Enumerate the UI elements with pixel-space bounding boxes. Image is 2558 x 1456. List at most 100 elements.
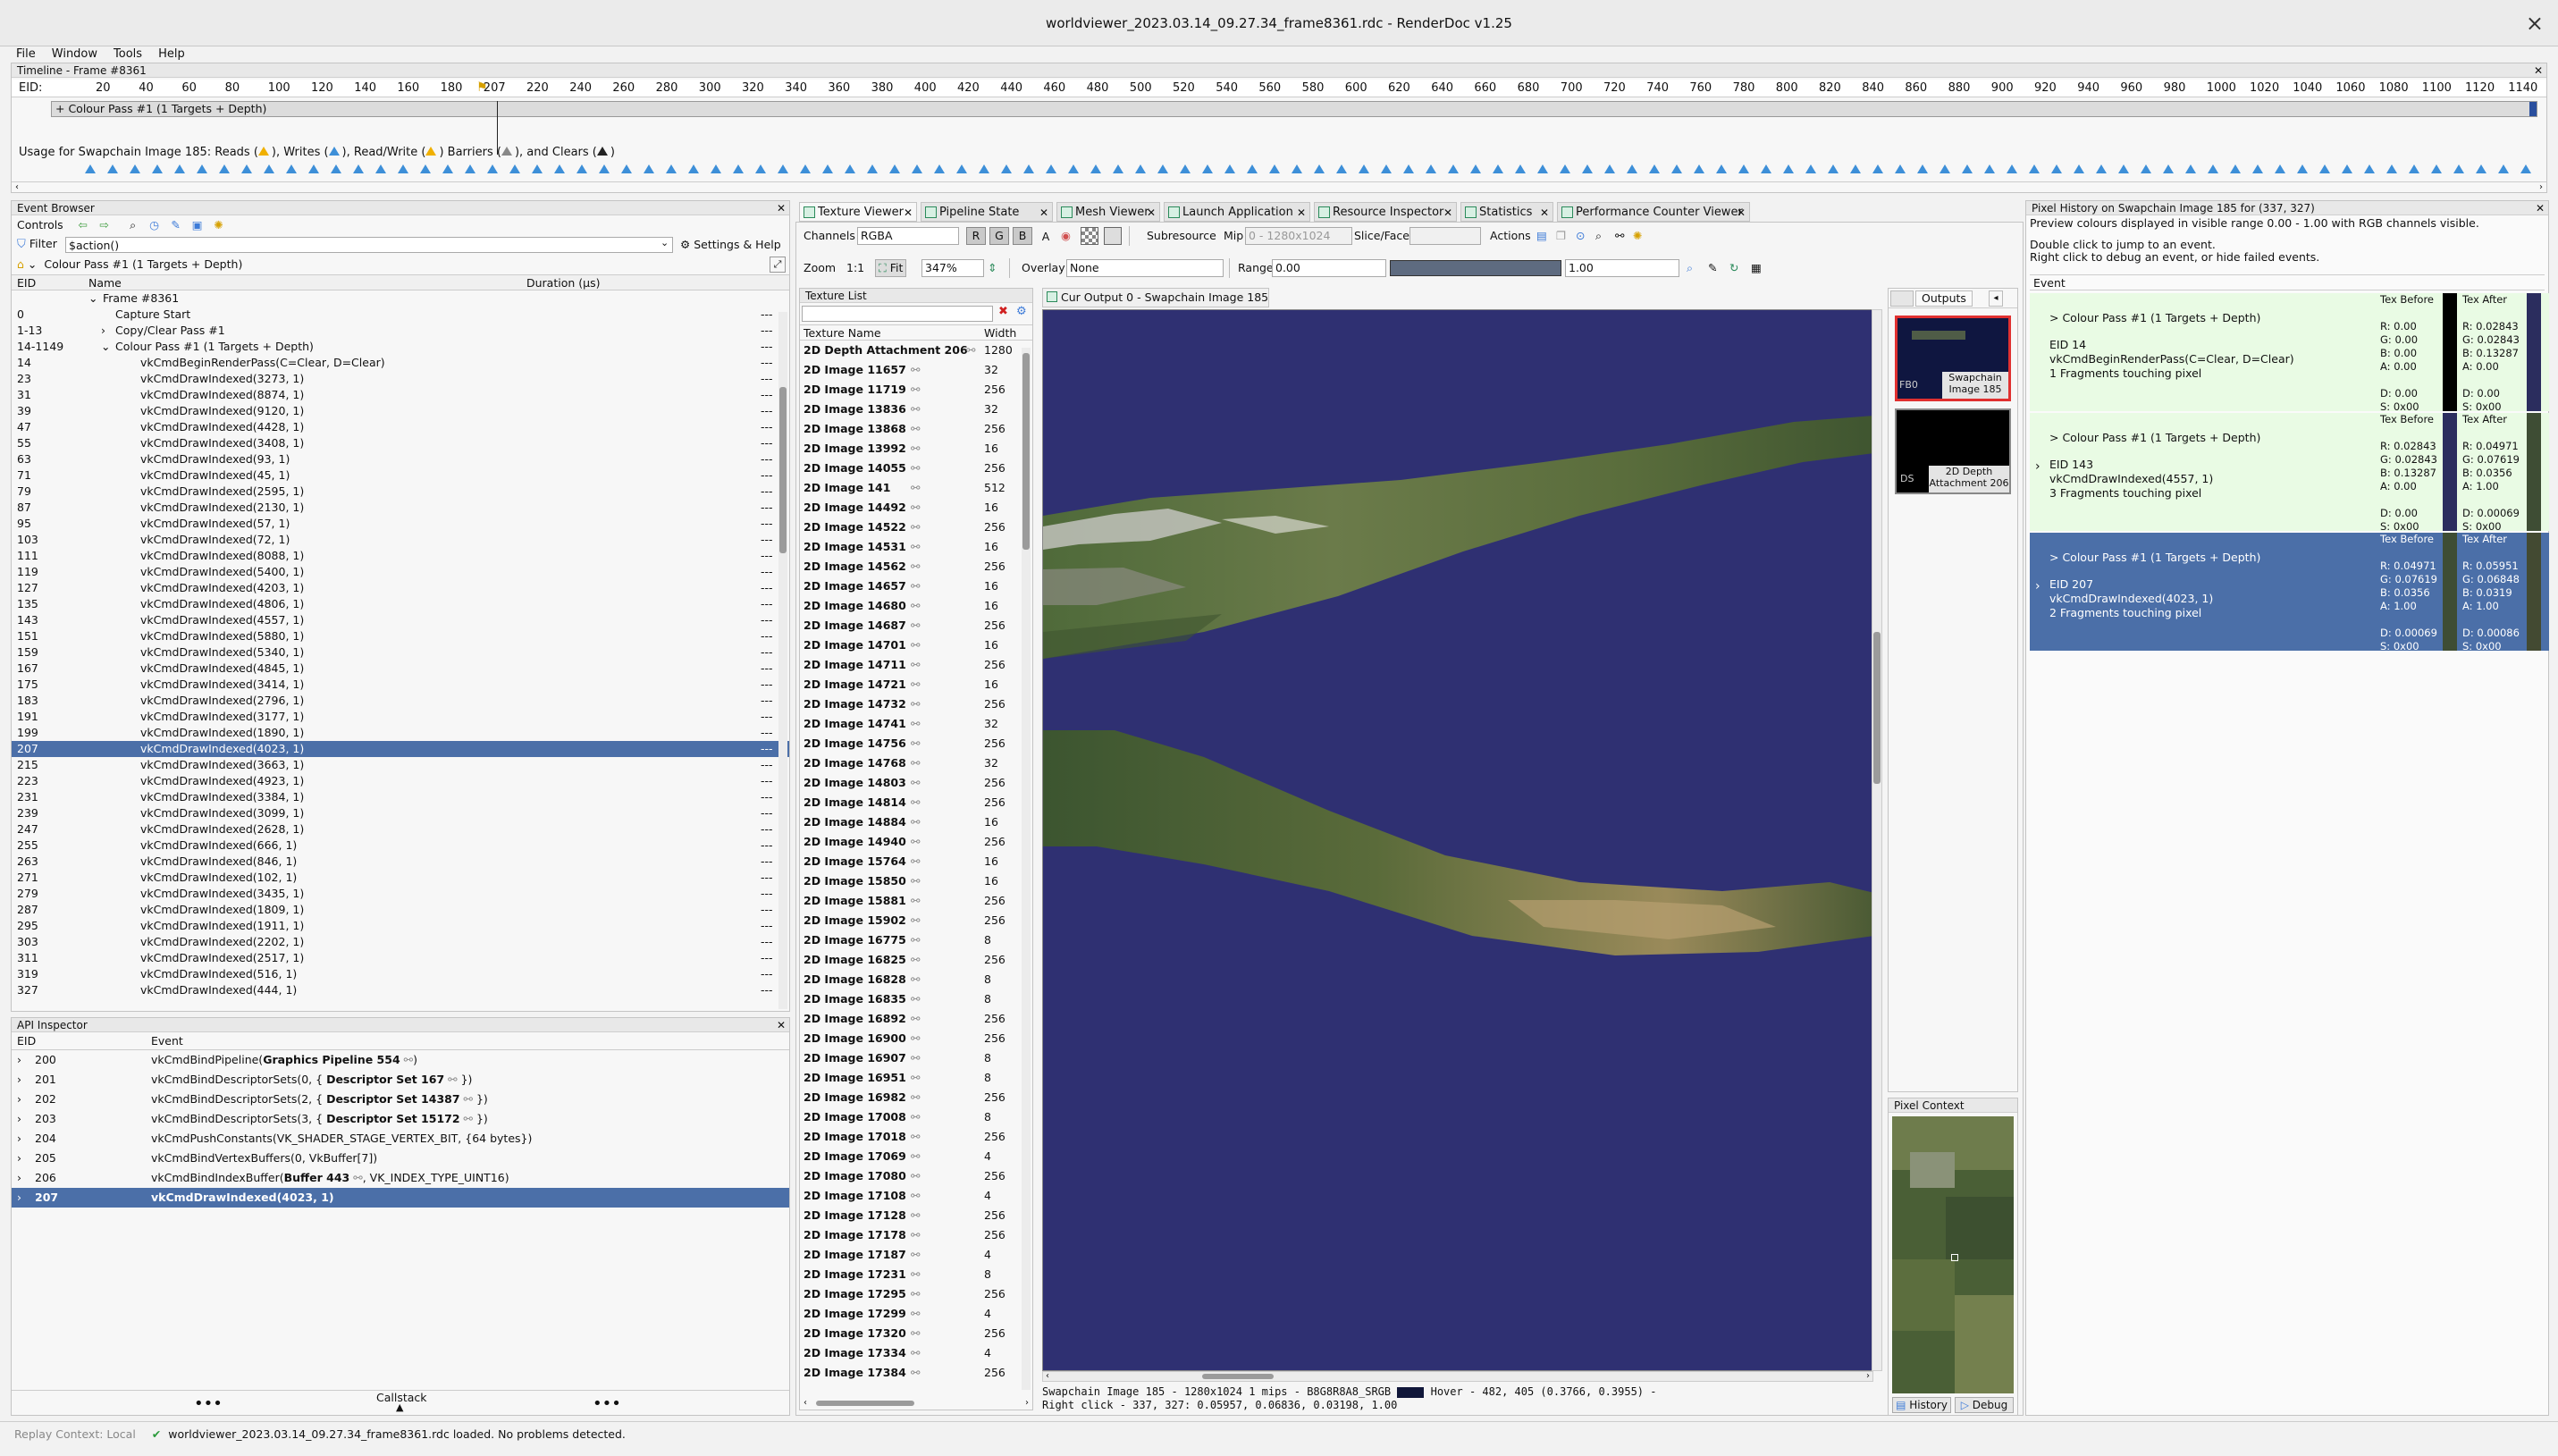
texture-link-icon[interactable]: ⚯	[911, 1088, 920, 1107]
usage-marker-icon[interactable]	[1269, 164, 1280, 173]
usage-marker-icon[interactable]	[2141, 164, 2151, 173]
texture-row[interactable]: 2D Image 14531 ⚯ 16	[800, 537, 1032, 557]
link-icon[interactable]: ⚯	[1615, 226, 1624, 246]
event-row[interactable]: 0 Capture Start ---	[12, 307, 789, 323]
usage-marker-icon[interactable]	[241, 164, 252, 173]
event-row[interactable]: 295 vkCmdDrawIndexed(1911, 1) ---	[12, 918, 789, 934]
usage-marker-icon[interactable]	[1872, 164, 1883, 173]
texture-row[interactable]: 2D Image 17231 ⚯ 8	[800, 1265, 1032, 1284]
usage-marker-icon[interactable]	[1716, 164, 1727, 173]
usage-marker-icon[interactable]	[1671, 164, 1682, 173]
usage-marker-icon[interactable]	[2386, 164, 2397, 173]
usage-marker-icon[interactable]	[2498, 164, 2509, 173]
timeline-scrollbar[interactable]: ‹ ›	[12, 181, 2546, 192]
texture-link-icon[interactable]: ⚯	[911, 577, 920, 596]
texture-list-hscroll[interactable]: ‹ ›	[800, 1397, 1032, 1410]
texture-row[interactable]: 2D Image 17178 ⚯ 256	[800, 1225, 1032, 1245]
event-row[interactable]: 279 vkCmdDrawIndexed(3435, 1) ---	[12, 886, 789, 902]
usage-marker-icon[interactable]	[2029, 164, 2040, 173]
api-expand-icon[interactable]: ›	[17, 1149, 21, 1168]
timeline-close-icon[interactable]: ✕	[2534, 63, 2543, 78]
usage-marker-icon[interactable]	[2364, 164, 2375, 173]
pixel-history-entry[interactable]: › > Colour Pass #1 (1 Targets + Depth) EID…	[2030, 413, 2549, 533]
usage-marker-icon[interactable]	[778, 164, 788, 173]
render-output-view[interactable]	[1042, 309, 1873, 1371]
usage-marker-icon[interactable]	[353, 164, 364, 173]
texture-link-icon[interactable]: ⚯	[911, 518, 920, 537]
usage-marker-icon[interactable]	[1180, 164, 1191, 173]
texture-row[interactable]: 2D Image 17080 ⚯ 256	[800, 1166, 1032, 1186]
texture-link-icon[interactable]: ⚯	[911, 1186, 920, 1206]
event-row[interactable]: 55 vkCmdDrawIndexed(3408, 1) ---	[12, 435, 789, 451]
outputs-tab[interactable]: Outputs	[1915, 290, 1973, 307]
event-row[interactable]: 87 vkCmdDrawIndexed(2130, 1) ---	[12, 500, 789, 516]
tab-mesh-viewer[interactable]: Mesh Viewer ✕	[1056, 202, 1160, 222]
texture-row[interactable]: 2D Image 17299 ⚯ 4	[800, 1304, 1032, 1324]
texture-link-icon[interactable]: ⚯	[911, 439, 920, 459]
api-call-resource[interactable]: Graphics Pipeline 554	[263, 1053, 400, 1066]
texture-row[interactable]: 2D Depth Attachment 206 ⚯ 1280	[800, 341, 1032, 360]
texture-row[interactable]: 2D Image 15850 ⚯ 16	[800, 871, 1032, 891]
texture-row[interactable]: 2D Image 14492 ⚯ 16	[800, 498, 1032, 518]
usage-marker-icon[interactable]	[1359, 164, 1369, 173]
usage-marker-icon[interactable]	[1292, 164, 1302, 173]
texture-row[interactable]: 2D Image 17128 ⚯ 256	[800, 1206, 1032, 1225]
zoom-range-icon[interactable]: ⌕	[1687, 258, 1693, 278]
usage-marker-icon[interactable]	[2230, 164, 2241, 173]
texture-link-icon[interactable]: ⚯	[911, 714, 920, 734]
filter-input[interactable]: $action()	[65, 237, 673, 253]
texture-link-icon[interactable]: ⚯	[911, 930, 920, 950]
usage-marker-icon[interactable]	[666, 164, 677, 173]
texture-link-icon[interactable]: ⚯	[911, 1107, 920, 1127]
usage-marker-icon[interactable]	[331, 164, 341, 173]
texture-link-icon[interactable]: ⚯	[911, 694, 920, 714]
texture-row[interactable]: 2D Image 17334 ⚯ 4	[800, 1343, 1032, 1363]
texture-row[interactable]: 2D Image 11657 ⚯ 32	[800, 360, 1032, 380]
tab-close-icon[interactable]: ✕	[1039, 203, 1048, 221]
texture-row[interactable]: 2D Image 17108 ⚯ 4	[800, 1186, 1032, 1206]
tab-close-icon[interactable]: ✕	[1443, 203, 1452, 221]
reset-range-icon[interactable]: ↻	[1729, 258, 1738, 278]
usage-marker-icon[interactable]	[1001, 164, 1012, 173]
texture-link-icon[interactable]: ⚯	[911, 1147, 920, 1166]
history-button[interactable]: ▤ History	[1892, 1397, 1951, 1413]
usage-marker-icon[interactable]	[85, 164, 96, 173]
api-row[interactable]: › 201 vkCmdBindDescriptorSets(0, { Descrip…	[12, 1070, 789, 1090]
pixel-context-view[interactable]	[1892, 1116, 2014, 1393]
usage-marker-icon[interactable]	[1135, 164, 1146, 173]
event-row[interactable]: 199 vkCmdDrawIndexed(1890, 1) ---	[12, 725, 789, 741]
texture-row[interactable]: 2D Image 16828 ⚯ 8	[800, 970, 1032, 989]
usage-marker-icon[interactable]	[1515, 164, 1526, 173]
texture-row[interactable]: 2D Image 16825 ⚯ 256	[800, 950, 1032, 970]
usage-marker-icon[interactable]	[2297, 164, 2308, 173]
usage-marker-icon[interactable]	[1336, 164, 1347, 173]
breadcrumb-expand-icon[interactable]: ⤢	[770, 257, 786, 273]
event-row[interactable]: 247 vkCmdDrawIndexed(2628, 1) ---	[12, 821, 789, 837]
texture-row[interactable]: 2D Image 14721 ⚯ 16	[800, 675, 1032, 694]
tab-statistics[interactable]: Statistics ✕	[1460, 202, 1553, 222]
event-row[interactable]: 263 vkCmdDrawIndexed(846, 1) ---	[12, 854, 789, 870]
usage-marker-icon[interactable]	[867, 164, 878, 173]
texture-link-icon[interactable]: ⚯	[911, 1225, 920, 1245]
col-name[interactable]: Name	[88, 275, 122, 290]
usage-marker-icon[interactable]	[1604, 164, 1615, 173]
output-thumb-fb0[interactable]: FB0 Swapchain Image 185	[1895, 316, 2011, 401]
range-min-input[interactable]: 0.00	[1272, 259, 1386, 277]
event-row[interactable]: 239 vkCmdDrawIndexed(3099, 1) ---	[12, 805, 789, 821]
api-expand-icon[interactable]: ›	[17, 1168, 21, 1188]
texture-link-icon[interactable]: ⚯	[911, 557, 920, 577]
usage-marker-icon[interactable]	[1426, 164, 1436, 173]
range-histogram[interactable]	[1390, 260, 1561, 276]
texture-link-icon[interactable]: ⚯	[911, 911, 920, 930]
event-row[interactable]: 167 vkCmdDrawIndexed(4845, 1) ---	[12, 661, 789, 677]
bg-colour-icon[interactable]	[1104, 227, 1122, 245]
api-expand-icon[interactable]: ›	[17, 1129, 21, 1149]
event-row[interactable]: 175 vkCmdDrawIndexed(3414, 1) ---	[12, 677, 789, 693]
channels-select[interactable]: RGBA	[857, 227, 959, 245]
usage-marker-icon[interactable]	[934, 164, 945, 173]
usage-marker-icon[interactable]	[375, 164, 386, 173]
api-col-eid[interactable]: EID	[17, 1032, 36, 1049]
texture-link-icon[interactable]: ⚯	[911, 891, 920, 911]
event-row[interactable]: 223 vkCmdDrawIndexed(4923, 1) ---	[12, 773, 789, 789]
tab-performance-counter-viewer[interactable]: Performance Counter Viewer ✕	[1557, 202, 1750, 222]
